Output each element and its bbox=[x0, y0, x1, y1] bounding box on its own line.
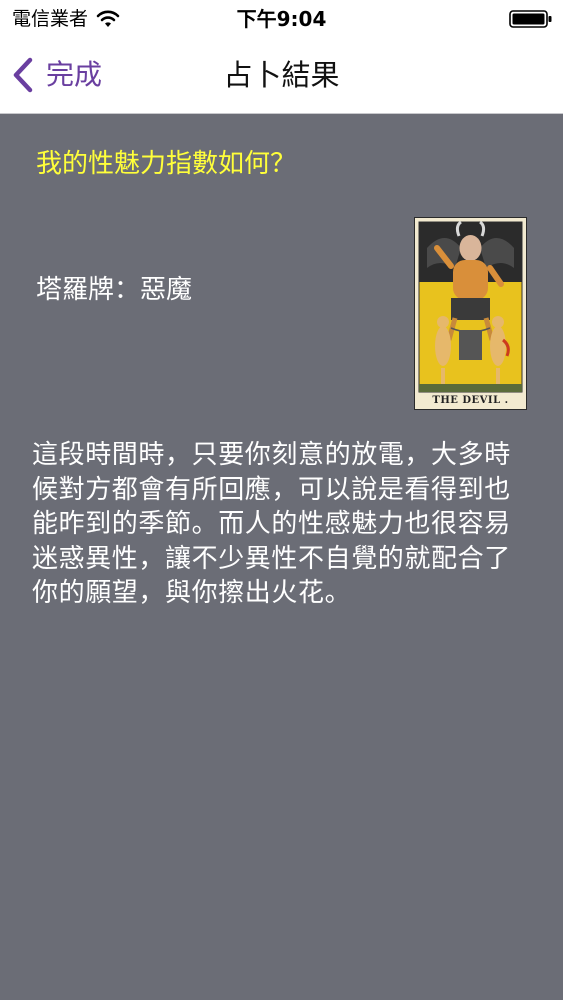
tarot-card-caption: THE DEVIL . bbox=[432, 395, 509, 406]
status-time: 下午9:04 bbox=[236, 7, 327, 31]
reading-text: 這段時間時，只要你刻意的放電，大多時候對方都會有所回應，可以說是看得到也能昨到的… bbox=[32, 440, 511, 609]
tarot-card-image: THE DEVIL . bbox=[414, 217, 527, 410]
question-heading: 我的性魅力指數如何？ bbox=[36, 149, 297, 179]
battery-icon bbox=[509, 10, 552, 28]
status-bar: 電信業者 下午9:04 bbox=[0, 0, 563, 38]
navigation-bar: 完成 占卜結果 bbox=[0, 38, 563, 114]
devil-card-illustration bbox=[418, 220, 523, 393]
page-title: 占卜結果 bbox=[223, 58, 340, 92]
tarot-card-name: 塔羅牌：惡魔 bbox=[36, 275, 193, 305]
result-content: 我的性魅力指數如何？ 塔羅牌：惡魔 THE DEVIL . 這段時間時，只要你刻… bbox=[0, 114, 563, 1000]
